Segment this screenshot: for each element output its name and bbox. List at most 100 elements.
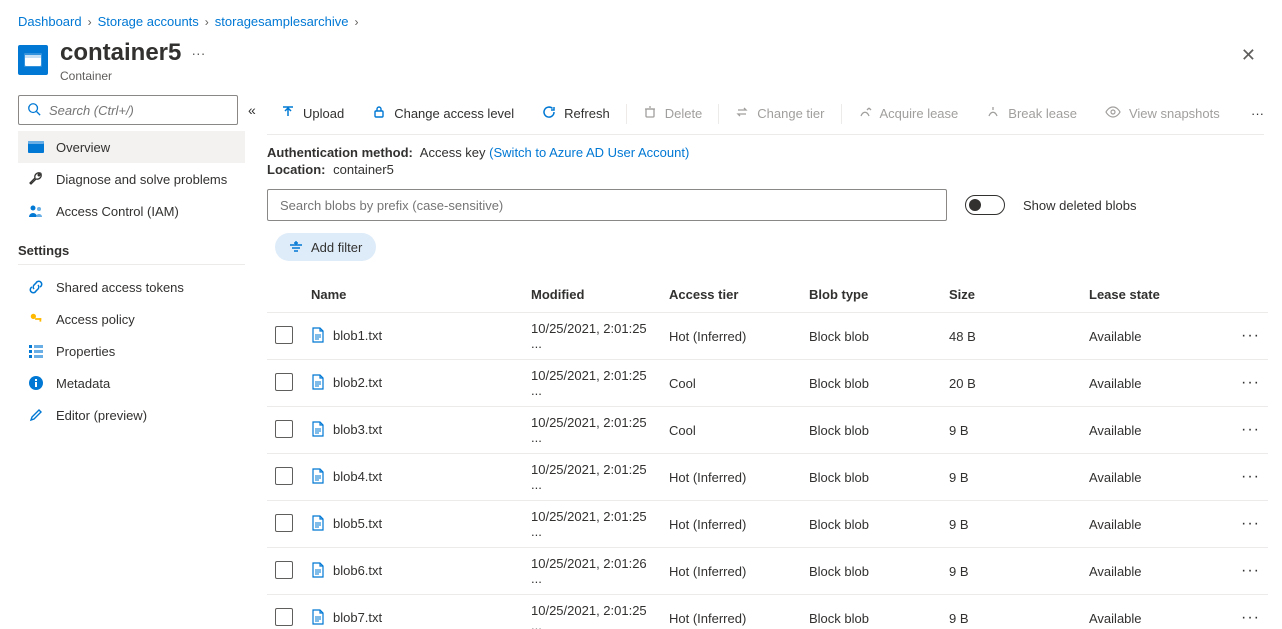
column-tier[interactable]: Access tier [661, 277, 801, 313]
cell-modified: 10/25/2021, 2:01:26 ... [523, 548, 661, 595]
sidebar-item-label: Properties [56, 344, 115, 359]
people-icon [28, 203, 44, 219]
breadcrumb-link[interactable]: Storage accounts [98, 14, 199, 29]
blob-name[interactable]: blob5.txt [333, 515, 382, 530]
table-row[interactable]: blob1.txt10/25/2021, 2:01:25 ...Hot (Inf… [267, 313, 1268, 360]
row-checkbox[interactable] [275, 467, 293, 485]
row-checkbox[interactable] [275, 373, 293, 391]
cell-size: 20 B [941, 360, 1081, 407]
chevron-right-icon: › [88, 15, 92, 29]
ellipsis-icon: ··· [1251, 106, 1264, 121]
breadcrumb-link[interactable]: storagesamplesarchive [215, 14, 349, 29]
blob-search[interactable] [267, 189, 947, 221]
toolbar-label: Delete [665, 106, 703, 121]
table-row[interactable]: blob6.txt10/25/2021, 2:01:26 ...Hot (Inf… [267, 548, 1268, 595]
switch-auth-link[interactable]: (Switch to Azure AD User Account) [489, 145, 689, 160]
column-size[interactable]: Size [941, 277, 1081, 313]
column-type[interactable]: Blob type [801, 277, 941, 313]
blob-name[interactable]: blob2.txt [333, 374, 382, 389]
filter-icon [289, 240, 303, 255]
search-input[interactable] [47, 102, 229, 119]
cell-lease: Available [1081, 548, 1232, 595]
sidebar-item-access-policy[interactable]: Access policy [18, 303, 245, 335]
cell-tier: Hot (Inferred) [661, 501, 801, 548]
toolbar: Upload Change access level Refresh Delet [267, 95, 1264, 135]
separator [626, 104, 627, 124]
info-icon [28, 375, 44, 391]
change-access-button[interactable]: Change access level [358, 101, 528, 126]
refresh-button[interactable]: Refresh [528, 101, 624, 126]
row-checkbox[interactable] [275, 608, 293, 626]
toolbar-more-button[interactable]: ··· [1237, 102, 1264, 125]
file-icon [311, 378, 325, 393]
title-more-icon[interactable]: ··· [191, 41, 205, 65]
table-row[interactable]: blob4.txt10/25/2021, 2:01:25 ...Hot (Inf… [267, 454, 1268, 501]
acquire-lease-button: Acquire lease [844, 101, 973, 126]
toggle-knob [969, 199, 981, 211]
breadcrumb: Dashboard › Storage accounts › storagesa… [0, 0, 1282, 29]
blob-name[interactable]: blob7.txt [333, 609, 382, 624]
upload-button[interactable]: Upload [267, 101, 358, 126]
row-more-button[interactable]: ··· [1241, 562, 1260, 579]
row-checkbox[interactable] [275, 326, 293, 344]
row-checkbox[interactable] [275, 561, 293, 579]
sidebar-item-iam[interactable]: Access Control (IAM) [18, 195, 245, 227]
cell-type: Block blob [801, 360, 941, 407]
trash-icon [643, 105, 657, 122]
sidebar-item-sas[interactable]: Shared access tokens [18, 271, 245, 303]
cell-tier: Hot (Inferred) [661, 454, 801, 501]
row-more-button[interactable]: ··· [1241, 468, 1260, 485]
cell-type: Block blob [801, 595, 941, 629]
row-more-button[interactable]: ··· [1241, 327, 1260, 344]
key-icon [28, 311, 44, 327]
blob-name[interactable]: blob3.txt [333, 421, 382, 436]
show-deleted-toggle[interactable] [965, 195, 1005, 215]
file-icon [311, 566, 325, 581]
row-more-button[interactable]: ··· [1241, 609, 1260, 626]
auth-label: Authentication method: [267, 145, 413, 160]
column-modified[interactable]: Modified [523, 277, 661, 313]
row-more-button[interactable]: ··· [1241, 421, 1260, 438]
auth-value: Access key [420, 145, 486, 160]
cell-tier: Cool [661, 360, 801, 407]
sidebar-item-diagnose[interactable]: Diagnose and solve problems [18, 163, 245, 195]
row-checkbox[interactable] [275, 420, 293, 438]
row-more-button[interactable]: ··· [1241, 515, 1260, 532]
cell-type: Block blob [801, 454, 941, 501]
blob-name[interactable]: blob6.txt [333, 562, 382, 577]
column-name[interactable]: Name [303, 277, 523, 313]
sidebar-section-settings: Settings [18, 243, 245, 265]
table-row[interactable]: blob3.txt10/25/2021, 2:01:25 ...CoolBloc… [267, 407, 1268, 454]
sidebar-item-editor[interactable]: Editor (preview) [18, 399, 245, 431]
page-subtitle: Container [60, 69, 181, 83]
sidebar-item-metadata[interactable]: Metadata [18, 367, 245, 399]
breadcrumb-link[interactable]: Dashboard [18, 14, 82, 29]
cell-modified: 10/25/2021, 2:01:25 ... [523, 501, 661, 548]
sidebar-search[interactable] [18, 95, 238, 125]
toolbar-label: Change access level [394, 106, 514, 121]
table-row[interactable]: blob2.txt10/25/2021, 2:01:25 ...CoolBloc… [267, 360, 1268, 407]
separator [841, 104, 842, 124]
file-icon [311, 331, 325, 346]
search-icon [27, 102, 41, 119]
blob-name[interactable]: blob1.txt [333, 327, 382, 342]
collapse-sidebar-button[interactable]: « [238, 102, 266, 118]
column-lease[interactable]: Lease state [1081, 277, 1232, 313]
sidebar-item-label: Diagnose and solve problems [56, 172, 227, 187]
sidebar-item-label: Access Control (IAM) [56, 204, 179, 219]
table-row[interactable]: blob7.txt10/25/2021, 2:01:25 ...Hot (Inf… [267, 595, 1268, 629]
add-filter-button[interactable]: Add filter [275, 233, 376, 261]
table-row[interactable]: blob5.txt 10/25/2021, 2:01:25 ...Hot (Inf… [267, 501, 1268, 548]
blob-search-input[interactable] [278, 197, 936, 214]
sidebar-item-overview[interactable]: Overview [18, 131, 245, 163]
blob-name[interactable]: blob4.txt [333, 468, 382, 483]
upload-icon [281, 105, 295, 122]
row-more-button[interactable]: ··· [1241, 374, 1260, 391]
lock-icon [372, 105, 386, 122]
row-checkbox[interactable] [275, 514, 293, 532]
close-button[interactable]: ✕ [1233, 41, 1264, 70]
eye-icon [1105, 105, 1121, 122]
main-panel: Upload Change access level Refresh Delet [263, 95, 1282, 629]
sidebar-item-properties[interactable]: Properties [18, 335, 245, 367]
sidebar-item-label: Metadata [56, 376, 110, 391]
